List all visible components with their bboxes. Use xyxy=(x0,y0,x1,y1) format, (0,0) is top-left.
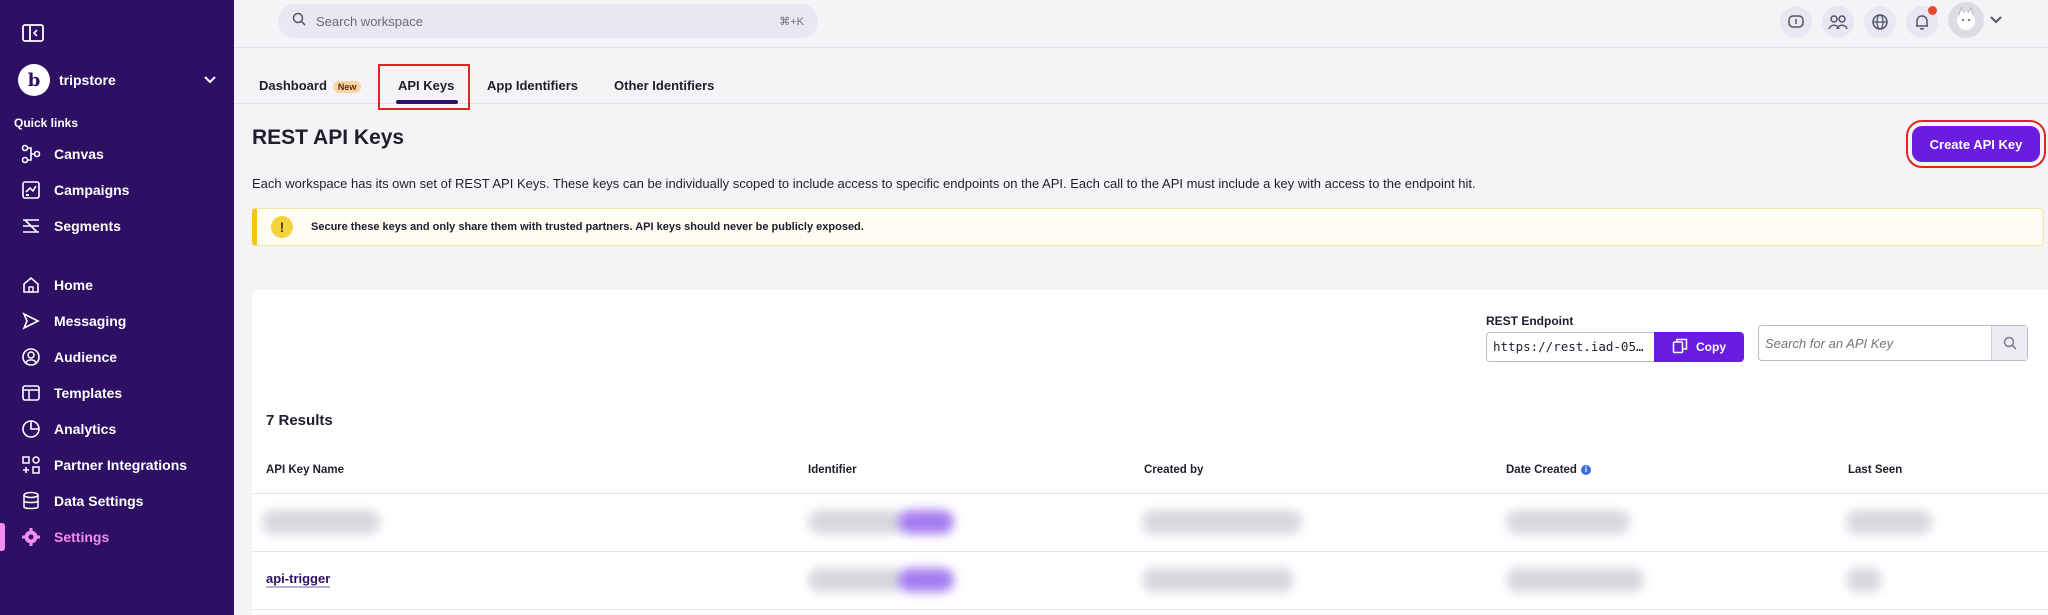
nav-label: Home xyxy=(54,277,93,293)
column-header-label: Date Created xyxy=(1506,464,1577,476)
templates-icon xyxy=(20,382,42,404)
page-title: REST API Keys xyxy=(252,126,405,149)
campaigns-icon xyxy=(20,179,42,201)
nav-item-messaging[interactable]: Messaging xyxy=(0,303,234,339)
warning-text: Secure these keys and only share them wi… xyxy=(311,221,864,233)
security-warning-banner: ! Secure these keys and only share them … xyxy=(252,208,2044,246)
audience-icon xyxy=(20,346,42,368)
nav-item-canvas[interactable]: Canvas xyxy=(0,136,234,172)
column-header-last-seen[interactable]: Last Seen xyxy=(1848,464,1902,476)
tab-label: Other Identifiers xyxy=(614,78,715,93)
tab-other-identifiers[interactable]: Other Identifiers xyxy=(614,78,714,93)
redacted-creator xyxy=(1142,568,1294,592)
nav-item-audience[interactable]: Audience xyxy=(0,339,234,375)
nav-item-campaigns[interactable]: Campaigns xyxy=(0,172,234,208)
search-icon[interactable] xyxy=(1991,326,2027,360)
nav-label: Messaging xyxy=(54,313,127,329)
tab-label: App Identifiers xyxy=(487,78,579,93)
endpoint-field[interactable]: https://rest.iad-05.braze.com xyxy=(1486,332,1654,362)
redacted-last-seen xyxy=(1846,510,1932,534)
nav-label: Segments xyxy=(54,218,121,234)
workspace-name: tripstore xyxy=(59,72,116,88)
table-divider xyxy=(252,493,2048,494)
search-icon xyxy=(292,12,306,31)
copy-icon xyxy=(1672,338,1688,357)
copy-label: Copy xyxy=(1696,340,1726,354)
nav-item-data-settings[interactable]: Data Settings xyxy=(0,483,234,519)
sidebar-toggle-icon[interactable] xyxy=(22,24,44,42)
info-icon[interactable]: i xyxy=(1580,464,1591,475)
canvas-icon xyxy=(20,143,42,165)
nav-item-home[interactable]: Home xyxy=(0,267,234,303)
nav-label: Templates xyxy=(54,385,123,401)
globe-icon[interactable] xyxy=(1864,6,1896,38)
column-header-identifier[interactable]: Identifier xyxy=(808,464,857,476)
table-divider xyxy=(252,609,2048,610)
notification-dot xyxy=(1928,6,1937,15)
api-key-search-input[interactable] xyxy=(1759,326,1991,360)
copy-endpoint-button[interactable]: Copy xyxy=(1654,332,1744,362)
integrations-icon xyxy=(20,454,42,476)
analytics-icon xyxy=(20,418,42,440)
home-icon xyxy=(20,274,42,296)
nav-label: Audience xyxy=(54,349,118,365)
warning-icon: ! xyxy=(271,216,293,238)
api-key-name-link[interactable]: api-trigger xyxy=(266,572,331,588)
redacted-identifier-highlight xyxy=(898,568,954,592)
tab-dashboard[interactable]: Dashboard New xyxy=(259,78,362,93)
nav-label: Campaigns xyxy=(54,182,130,198)
chevron-down-icon xyxy=(202,72,218,88)
nav-label: Canvas xyxy=(54,146,104,162)
segments-icon xyxy=(20,215,42,237)
redacted-date xyxy=(1506,510,1630,534)
page-description: Each workspace has its own set of REST A… xyxy=(252,176,1476,191)
nav-label: Partner Integrations xyxy=(54,457,188,473)
table-divider xyxy=(252,551,2048,552)
active-tab-indicator xyxy=(396,100,458,104)
column-header-date-created[interactable]: Date Created i xyxy=(1506,464,1591,476)
redacted-identifier xyxy=(808,510,904,534)
redacted-name xyxy=(262,510,380,534)
redacted-date xyxy=(1506,568,1644,592)
nav-label: Settings xyxy=(54,529,110,545)
nav-item-segments[interactable]: Segments xyxy=(0,208,234,244)
redacted-last-seen xyxy=(1846,568,1882,592)
nav-item-settings[interactable]: Settings xyxy=(0,519,234,555)
new-badge: New xyxy=(332,80,362,93)
redacted-creator xyxy=(1142,510,1302,534)
nav-item-partner-integrations[interactable]: Partner Integrations xyxy=(0,447,234,483)
endpoint-label: REST Endpoint xyxy=(1486,314,1574,328)
top-bar: Search workspace ⌘+K xyxy=(234,0,2048,48)
workspace-search[interactable]: Search workspace ⌘+K xyxy=(278,4,818,38)
workspace-search-placeholder: Search workspace xyxy=(316,13,423,29)
feedback-icon[interactable] xyxy=(1780,6,1812,38)
nav-item-analytics[interactable]: Analytics xyxy=(0,411,234,447)
redacted-identifier-highlight xyxy=(898,510,954,534)
nav-label: Data Settings xyxy=(54,493,144,509)
column-header-created-by[interactable]: Created by xyxy=(1144,464,1203,476)
messaging-icon xyxy=(20,310,42,332)
quick-links-label: Quick links xyxy=(14,116,79,130)
redacted-identifier xyxy=(808,568,904,592)
nav-label: Analytics xyxy=(54,421,117,437)
users-icon[interactable] xyxy=(1822,6,1854,38)
bell-icon[interactable] xyxy=(1906,6,1938,38)
database-icon xyxy=(20,490,42,512)
avatar[interactable] xyxy=(1948,2,1984,38)
tab-app-identifiers[interactable]: App Identifiers xyxy=(487,78,578,93)
sidebar: b tripstore Quick links Canvas Campaigns… xyxy=(0,0,234,615)
workspace-switcher[interactable]: b tripstore xyxy=(18,64,218,96)
column-header-name[interactable]: API Key Name xyxy=(266,464,344,476)
workspace-logo: b xyxy=(18,64,50,96)
search-shortcut: ⌘+K xyxy=(779,15,804,28)
tab-label: Dashboard xyxy=(259,78,327,93)
create-api-key-button[interactable]: Create API Key xyxy=(1912,126,2040,162)
results-count: 7 Results xyxy=(266,412,333,429)
api-key-search xyxy=(1758,325,2028,361)
chevron-down-icon[interactable] xyxy=(1988,12,2004,28)
gear-icon xyxy=(20,526,42,548)
settings-tabs: Dashboard New API Keys App Identifiers Ot… xyxy=(234,48,2048,104)
nav-item-templates[interactable]: Templates xyxy=(0,375,234,411)
